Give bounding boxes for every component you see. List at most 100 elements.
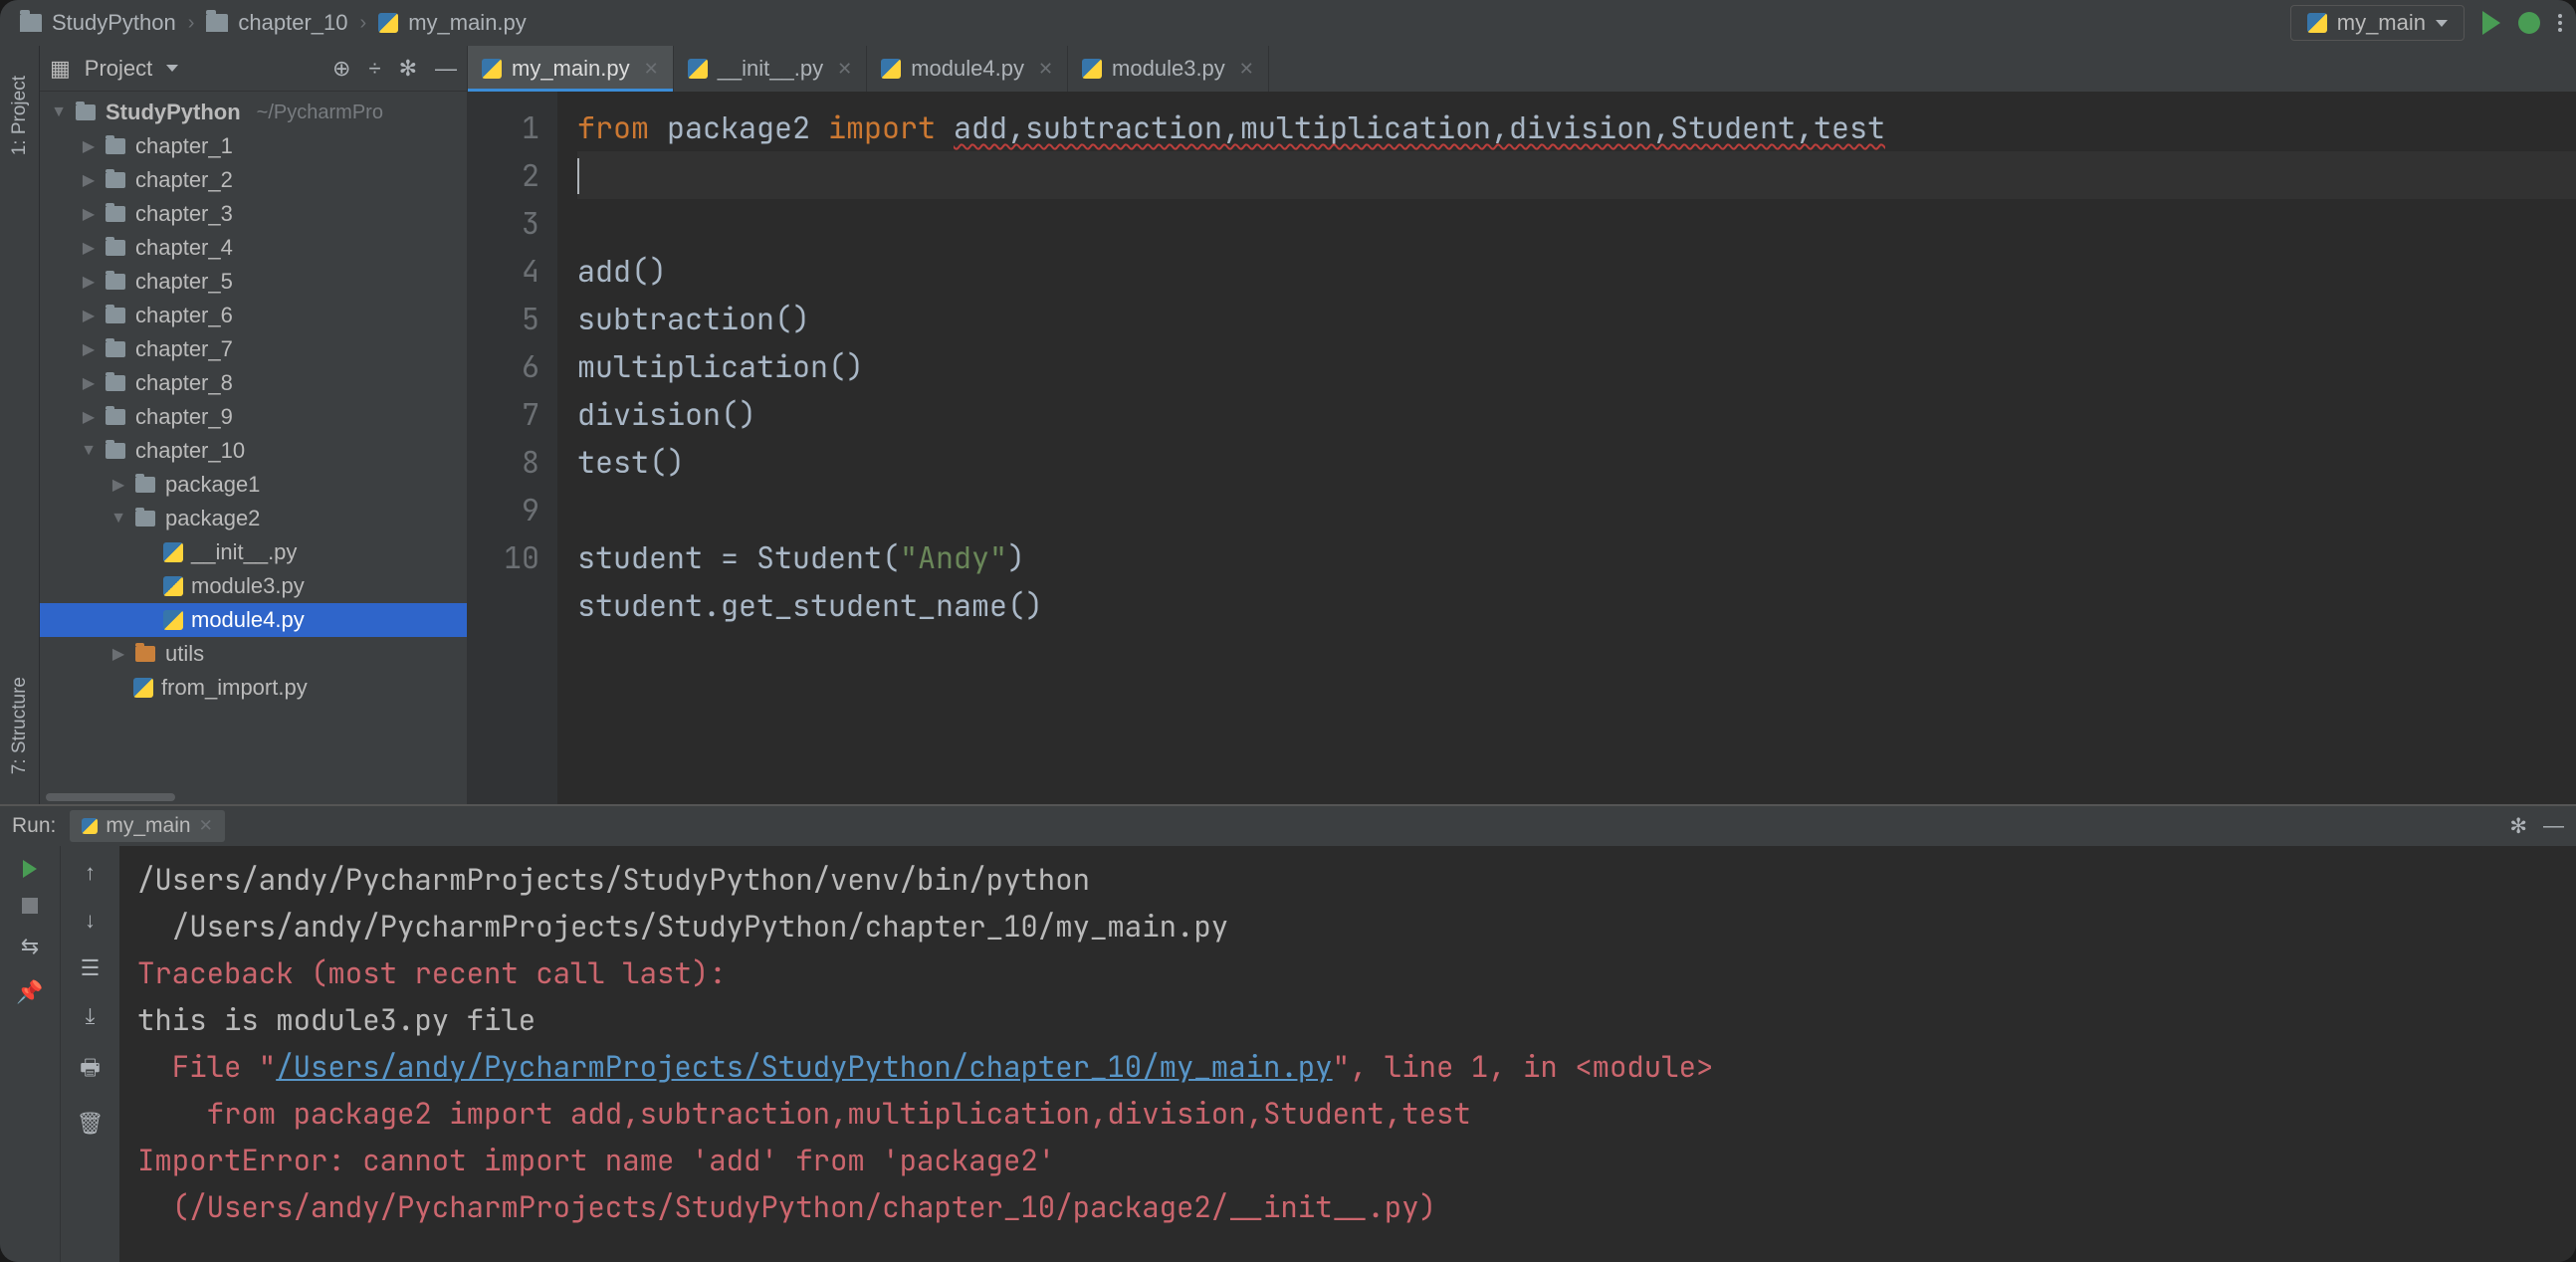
tree-horizontal-scrollbar[interactable] [40,790,467,804]
soft-wrap-button[interactable]: ☰ [81,955,101,981]
run-tab[interactable]: my_main ✕ [70,810,224,842]
tree-label: package1 [165,472,260,498]
pin-button[interactable]: 📌 [16,979,43,1005]
tree-root[interactable]: ▼ StudyPython ~/PycharmPro [40,96,467,129]
settings-icon[interactable]: ✻ [2509,814,2527,839]
close-icon[interactable]: ✕ [1038,59,1053,80]
expand-icon[interactable]: ÷ [368,56,380,82]
tree-folder[interactable]: ▶chapter_7 [40,332,467,366]
folder-icon [135,477,155,493]
breadcrumb-label: chapter_10 [238,10,347,36]
structure-tool-button[interactable]: 7: Structure [9,667,31,784]
folder-icon [106,274,125,290]
locate-icon[interactable]: ⊕ [332,56,350,82]
tree-file-selected[interactable]: module4.py [40,603,467,637]
run-toolbar-1: ⇆ 📌 [0,846,60,1262]
project-panel-header: ▦ Project ⊕ ÷ ✻ — [40,46,467,92]
python-file-icon [82,818,98,834]
folder-icon [106,206,125,222]
breadcrumb-file[interactable]: my_main.py [372,8,533,38]
tree-folder-chapter10[interactable]: ▼ chapter_10 [40,434,467,468]
tree-folder-package2[interactable]: ▼ package2 [40,502,467,535]
tree-folder[interactable]: ▶chapter_5 [40,265,467,299]
project-tool-button[interactable]: 1: Project [9,66,31,165]
stop-button[interactable] [22,898,38,914]
folder-icon [106,443,125,459]
breadcrumb-separator: › [186,12,197,35]
tree-label: utils [165,641,204,667]
python-file-icon [163,610,183,630]
tree-folder[interactable]: ▶chapter_3 [40,197,467,231]
project-panel: ▦ Project ⊕ ÷ ✻ — ▼ StudyPython ~/Pychar… [40,46,468,804]
run-tool-window: Run: my_main ✕ ✻ — ⇆ 📌 ↑ ↓ ☰ ⤓ [0,804,2576,1262]
close-icon[interactable]: ✕ [1239,59,1254,80]
caret-down-icon[interactable] [166,65,178,72]
rerun-button[interactable] [23,860,37,878]
folder-icon [106,375,125,391]
editor-tab[interactable]: module4.py✕ [867,46,1068,92]
tree-label: from_import.py [161,675,308,701]
close-icon[interactable]: ✕ [644,59,659,80]
editor-tab[interactable]: my_main.py✕ [468,46,674,92]
debug-button[interactable] [2518,12,2540,34]
left-tool-strip: 1: Project 7: Structure [0,46,40,804]
tree-folder[interactable]: ▶chapter_2 [40,163,467,197]
python-file-icon [163,576,183,596]
tree-label: chapter_9 [135,404,233,430]
tree-file[interactable]: from_import.py [40,671,467,705]
tree-folder-utils[interactable]: ▶ utils [40,637,467,671]
run-config-selector[interactable]: my_main [2290,5,2465,41]
layout-button[interactable]: ⇆ [21,934,39,959]
run-tab-label: my_main [106,814,190,838]
editor-tab[interactable]: __init__.py✕ [674,46,868,92]
run-config-name: my_main [2337,10,2426,36]
folder-icon [76,105,96,120]
tree-folder[interactable]: ▶chapter_8 [40,366,467,400]
code-content[interactable]: from package2 import add,subtraction,mul… [557,92,2576,804]
tree-label: module3.py [191,573,305,599]
up-button[interactable]: ↑ [85,860,96,886]
breadcrumb-separator: › [358,12,369,35]
tree-folder[interactable]: ▶chapter_6 [40,299,467,332]
tree-file[interactable]: module3.py [40,569,467,603]
folder-icon [135,511,155,526]
tree-label: chapter_8 [135,370,233,396]
settings-icon[interactable]: ✻ [399,56,417,82]
close-icon[interactable]: ✕ [199,816,213,836]
editor-tab[interactable]: module3.py✕ [1068,46,1269,92]
python-file-icon [881,59,901,79]
folder-icon [106,341,125,357]
close-icon[interactable]: ✕ [837,59,852,80]
more-actions-button[interactable] [2558,14,2562,32]
folder-icon [20,14,42,32]
folder-icon [106,138,125,154]
tree-folder[interactable]: ▶chapter_9 [40,400,467,434]
folder-icon [106,172,125,188]
scroll-to-end-button[interactable]: ⤓ [86,1003,96,1029]
print-button[interactable]: 🖶 [80,1051,101,1089]
run-button[interactable] [2482,11,2500,35]
clear-button[interactable]: 🗑 [77,1111,105,1137]
editor-area: my_main.py✕__init__.py✕module4.py✕module… [468,46,2576,804]
tree-file[interactable]: __init__.py [40,535,467,569]
folder-icon [106,308,125,323]
python-file-icon [163,542,183,562]
breadcrumb-root[interactable]: StudyPython [14,8,182,38]
tree-label: chapter_3 [135,201,233,227]
traceback-link[interactable]: /Users/andy/PycharmProjects/StudyPython/… [276,1047,1332,1086]
tree-folder-package1[interactable]: ▶ package1 [40,468,467,502]
code-editor[interactable]: 12345678910 from package2 import add,sub… [468,92,2576,804]
python-file-icon [2307,13,2327,33]
breadcrumb-folder[interactable]: chapter_10 [200,8,353,38]
tree-label: chapter_6 [135,303,233,328]
console-output[interactable]: /Users/andy/PycharmProjects/StudyPython/… [119,846,2576,1262]
hide-icon[interactable]: — [2543,814,2564,839]
tree-folder[interactable]: ▶chapter_4 [40,231,467,265]
down-button[interactable]: ↓ [85,908,96,934]
tree-label: chapter_2 [135,167,233,193]
project-tree[interactable]: ▼ StudyPython ~/PycharmPro ▶chapter_1▶ch… [40,92,467,790]
hide-icon[interactable]: — [435,56,457,82]
tree-label: chapter_4 [135,235,233,261]
tree-folder[interactable]: ▶chapter_1 [40,129,467,163]
python-file-icon [688,59,708,79]
